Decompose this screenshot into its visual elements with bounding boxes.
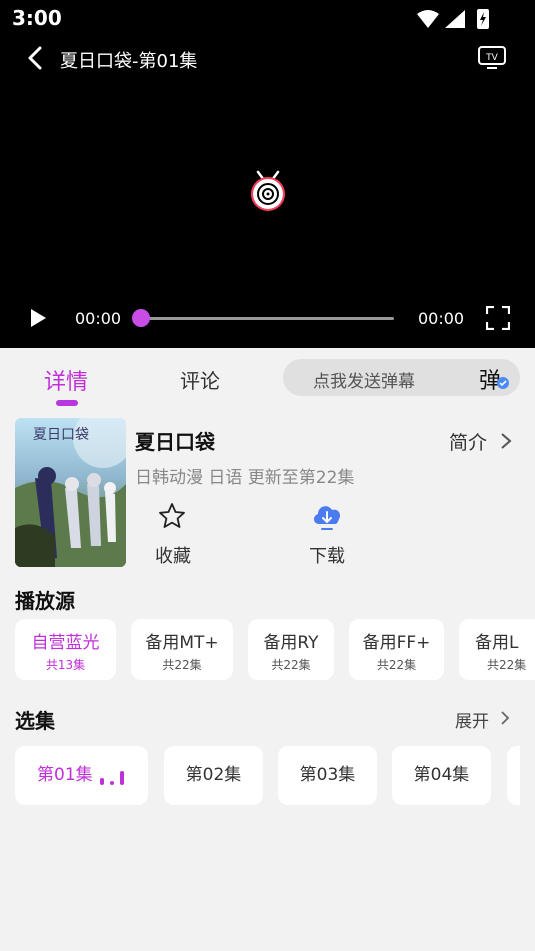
video-player[interactable]: 3:00 夏日口袋-第01集 TV 00:00 00:00 <box>0 0 535 348</box>
source-name: 自营蓝光 <box>31 633 100 653</box>
tab-detail[interactable]: 详情 <box>44 364 88 396</box>
anime-title: 夏日口袋 <box>135 430 215 454</box>
source-name: 备用FF+ <box>362 633 431 653</box>
tab-comments[interactable]: 评论 <box>180 365 220 394</box>
source-list: 自营蓝光 共13集 备用MT+ 共22集 备用RY 共22集 备用FF+ 共22… <box>15 619 535 681</box>
status-time: 3:00 <box>12 6 62 30</box>
svg-text:TV: TV <box>485 53 498 63</box>
anime-poster[interactable]: 夏日口袋 <box>15 418 126 567</box>
episode-label: 第03集 <box>299 765 356 785</box>
download-button[interactable]: 下载 <box>309 542 345 568</box>
source-item[interactable]: 备用RY 共22集 <box>248 619 334 680</box>
app-logo-icon <box>251 170 285 211</box>
poster-title-text: 夏日口袋 <box>33 427 89 443</box>
player-topbar: 夏日口袋-第01集 TV <box>0 40 535 76</box>
danmu-placeholder: 点我发送弹幕 <box>313 372 415 392</box>
episodes-title: 选集 <box>15 709 55 733</box>
episode-item[interactable]: 第04集 <box>392 746 491 805</box>
star-icon[interactable] <box>158 502 186 530</box>
episode-label: 第02集 <box>185 765 242 785</box>
status-icons <box>417 9 489 29</box>
source-name: 备用L <box>475 633 519 653</box>
progress-track[interactable] <box>138 317 394 320</box>
progress-thumb[interactable] <box>132 309 150 327</box>
chevron-right-icon[interactable] <box>500 710 510 726</box>
playing-bars-icon <box>100 771 124 785</box>
cloud-download-icon[interactable] <box>310 500 344 532</box>
source-item[interactable]: 备用FF+ 共22集 <box>349 619 444 680</box>
episode-list: 第01集 第02集 第03集 第04集 <box>15 746 520 806</box>
tab-bar: 详情 评论 点我发送弹幕 弹 <box>0 348 535 408</box>
anime-meta: 日韩动漫 日语 更新至第22集 <box>135 468 355 488</box>
current-time: 00:00 <box>75 309 122 328</box>
total-time: 00:00 <box>418 309 465 328</box>
source-count: 共22集 <box>376 658 417 672</box>
source-item[interactable]: 备用L 共22集 <box>459 619 535 680</box>
source-name: 备用RY <box>263 633 319 653</box>
episode-label: 第01集 <box>37 765 93 785</box>
play-icon[interactable] <box>28 307 48 329</box>
source-count: 共22集 <box>162 658 202 672</box>
source-item[interactable]: 自营蓝光 共13集 <box>15 619 116 680</box>
chevron-right-icon[interactable] <box>500 432 512 450</box>
source-count: 共13集 <box>45 658 86 672</box>
video-title: 夏日口袋-第01集 <box>60 51 198 72</box>
tab-active-indicator <box>56 400 78 406</box>
episode-item-partial[interactable] <box>507 746 520 805</box>
player-controls: 00:00 00:00 <box>0 300 535 336</box>
sources-title: 播放源 <box>15 589 75 613</box>
episode-item[interactable]: 第01集 <box>15 746 148 805</box>
source-count: 共22集 <box>271 658 311 672</box>
tv-cast-icon[interactable]: TV <box>477 44 507 70</box>
danmu-input[interactable]: 点我发送弹幕 弹 <box>283 359 520 396</box>
episode-label: 第04集 <box>413 765 470 785</box>
episode-item[interactable]: 第02集 <box>164 746 263 805</box>
back-arrow-icon[interactable] <box>24 45 48 71</box>
expand-link[interactable]: 展开 <box>455 707 489 732</box>
source-item[interactable]: 备用MT+ 共22集 <box>131 619 233 680</box>
favorite-button[interactable]: 收藏 <box>155 542 191 568</box>
source-name: 备用MT+ <box>145 633 219 653</box>
danmu-check-icon <box>497 377 509 389</box>
source-count: 共22集 <box>487 658 527 672</box>
status-bar: 3:00 <box>0 0 535 36</box>
intro-link[interactable]: 简介 <box>449 428 487 455</box>
fullscreen-icon[interactable] <box>486 306 510 330</box>
episode-item[interactable]: 第03集 <box>278 746 377 805</box>
